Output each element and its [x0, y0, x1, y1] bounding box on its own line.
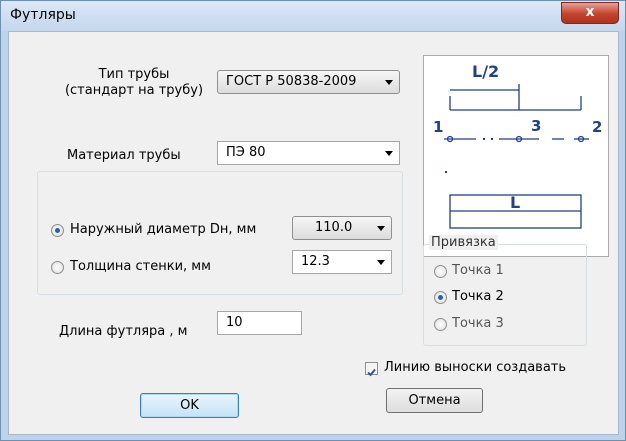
title-bar[interactable]: Футляры x [1, 1, 625, 31]
anchor-point-1-radio[interactable] [434, 265, 447, 278]
case-length-input[interactable]: 10 [217, 311, 302, 335]
outer-diameter-value: 110.0 [315, 220, 353, 235]
window-title: Футляры [10, 7, 76, 23]
half-length-label: L/2 [472, 62, 500, 81]
anchor-point-2-radio[interactable] [434, 291, 447, 304]
ok-button[interactable]: OK [140, 393, 239, 418]
close-button[interactable]: x [561, 2, 619, 24]
full-length-label: L [510, 193, 521, 212]
material-value: ПЭ 80 [226, 145, 266, 160]
wall-thickness-label: Толщина стенки, мм [70, 259, 211, 274]
chevron-down-icon [377, 226, 385, 231]
pipe-type-value: ГОСТ Р 50838-2009 [226, 74, 357, 89]
anchor-group-title: Привязка [429, 235, 498, 250]
radio-selected-dot [438, 295, 443, 300]
chevron-down-icon [377, 260, 385, 265]
material-select[interactable]: ПЭ 80 [217, 141, 400, 165]
wall-thickness-radio[interactable] [51, 261, 64, 274]
radio-selected-dot [55, 228, 60, 233]
outer-diameter-radio[interactable] [51, 224, 64, 237]
outer-diameter-select[interactable]: 110.0 [292, 216, 392, 240]
pipe-type-label: Тип трубы (стандарт на трубу) [64, 67, 204, 98]
material-label: Материал трубы [67, 148, 181, 163]
pipe-case-diagram: L/2 L 1 2 3 [423, 55, 609, 257]
anchor-group [423, 244, 587, 346]
case-length-label: Длина футляра , м [59, 324, 188, 339]
chevron-down-icon [385, 80, 393, 85]
wall-thickness-value: 12.3 [301, 254, 330, 269]
dialog-client-area: Тип трубы (стандарт на трубу) ГОСТ Р 508… [8, 31, 619, 435]
point-3-label: 3 [531, 117, 542, 135]
leader-line-checkbox[interactable] [365, 362, 378, 377]
case-length-value: 10 [226, 315, 243, 330]
wall-thickness-select[interactable]: 12.3 [292, 250, 392, 274]
anchor-point-1-label: Точка 1 [452, 263, 504, 278]
pipe-type-select[interactable]: ГОСТ Р 50838-2009 [217, 70, 400, 94]
dialog-window: Футляры x Тип трубы (стандарт на трубу) … [0, 0, 626, 441]
leader-line-label: Линию выноски создавать [384, 360, 567, 375]
anchor-point-3-label: Точка 3 [452, 316, 504, 331]
anchor-point-3-radio[interactable] [434, 318, 447, 331]
point-2-label: 2 [592, 118, 603, 136]
chevron-down-icon [385, 151, 393, 156]
point-1-label: 1 [433, 118, 444, 136]
cancel-button[interactable]: Отмена [386, 388, 483, 413]
close-icon: x [585, 4, 595, 20]
outer-diameter-label: Наружный диаметр Dн, мм [70, 222, 257, 237]
anchor-point-2-label: Точка 2 [452, 289, 504, 304]
case-diagram-graphic [444, 84, 589, 229]
checkmark-icon [367, 368, 376, 377]
